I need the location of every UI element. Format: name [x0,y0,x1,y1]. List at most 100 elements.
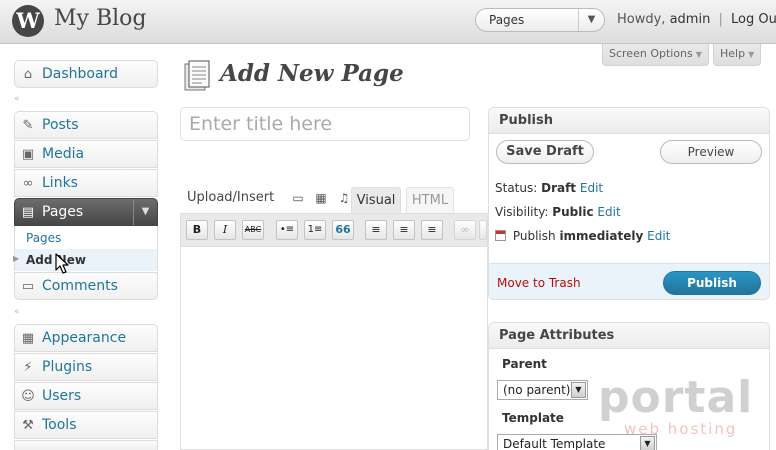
pages-icon: ▤ [21,205,35,220]
pushpin-icon: ✎ [22,118,34,133]
parent-select-value: (no parent) [503,383,571,397]
menu-item-tools[interactable]: ⚒ Tools [14,411,158,439]
logout-link[interactable]: Log Out [731,12,776,27]
media-icon: ▣ [21,147,35,162]
menu-item-users[interactable]: ☺ Users [14,382,158,410]
align-left-button[interactable]: ≡ [365,220,387,240]
status-value: Draft [541,181,577,195]
preview-button[interactable]: Preview [660,140,762,164]
link-icon[interactable]: ∞ [454,220,476,240]
comment-bubble-icon: ▭ [21,279,35,294]
major-publishing-actions: Move to Trash Publish [489,263,769,299]
numbered-list-button[interactable]: 1≡ [304,220,326,240]
menu-item-label: Tools [42,417,77,433]
menu-item-label: Media [42,146,85,162]
help-button[interactable]: Help ▼ [713,44,762,66]
template-label: Template [502,411,564,425]
menu-item-comments[interactable]: ▭ Comments [14,272,158,300]
chevron-down-icon[interactable]: ▼ [578,9,604,31]
users-icon: ☺ [21,389,35,404]
unlink-icon[interactable] [479,220,487,240]
screen-options-button[interactable]: Screen Options ▼ [602,44,709,66]
upload-insert-label: Upload/Insert [187,190,275,205]
add-image-icon[interactable]: ▭ [291,191,305,205]
status-edit-link[interactable]: Edit [580,181,603,195]
blockquote-button[interactable]: 66 [332,220,354,240]
current-arrow-icon: ▶ [13,254,20,263]
post-title-input[interactable] [180,107,470,141]
add-video-icon[interactable]: ▦ [314,191,328,205]
favorite-actions-select[interactable]: Pages ▼ [475,8,605,32]
tools-icon: ⚒ [22,418,34,433]
menu-item-links[interactable]: ∞ Links [14,169,158,197]
post-visibility: Visibility: Public Edit [495,205,621,219]
menu-item-label: Links [42,175,78,191]
publish-time-label: Publish [512,229,556,243]
save-draft-button[interactable]: Save Draft [496,140,594,164]
watermark-main-text: portal [598,372,754,423]
parent-select[interactable]: (no parent) ▼ [497,380,588,400]
wordpress-logo-icon[interactable]: W [12,5,44,37]
align-right-button[interactable]: ≡ [421,220,443,240]
howdy-text: Howdy, [617,12,666,27]
site-title[interactable]: My Blog [54,6,146,31]
menu-item-label: Pages [42,204,84,220]
publish-button[interactable]: Publish [663,271,761,295]
menu-item-plugins[interactable]: ⚡ Plugins [14,353,158,381]
align-center-button[interactable]: ≡ [393,220,415,240]
chevron-down-icon: ▼ [748,50,755,59]
parent-label: Parent [502,357,547,371]
strikethrough-button[interactable]: ABC [242,220,264,240]
tab-visual[interactable]: Visual [351,187,401,213]
bullet-list-button[interactable]: •≡ [276,220,298,240]
menu-item-label: Plugins [42,359,93,375]
move-to-trash-link[interactable]: Move to Trash [497,276,581,290]
calendar-icon [495,230,506,241]
link-icon: ∞ [22,176,34,191]
bold-button[interactable]: B [186,220,208,240]
user-info-separator: | [718,12,723,27]
publish-time-value: immediately [559,229,644,243]
appearance-icon: ▦ [21,331,35,346]
pages-submenu: Pages Add New ▶ [13,226,158,271]
chevron-down-icon: ▼ [695,50,702,59]
menu-item-appearance[interactable]: ▦ Appearance [14,324,158,352]
tab-html[interactable]: HTML [406,187,454,213]
help-label: Help [720,47,746,60]
publish-time-edit-link[interactable]: Edit [647,229,670,243]
favorite-actions-value: Pages [489,13,525,27]
menu-item-label: Posts [42,117,79,133]
chevron-down-icon[interactable]: ▼ [133,199,157,225]
publish-box: Publish Save Draft Preview Status: Draft… [488,107,770,300]
menu-item-media[interactable]: ▣ Media [14,140,158,168]
visibility-label: Visibility: [495,205,549,219]
username-link[interactable]: admin [670,12,711,27]
publish-time: Publish immediately Edit [495,229,670,243]
publish-box-heading[interactable]: Publish [489,108,769,134]
italic-button[interactable]: I [214,220,236,240]
visibility-edit-link[interactable]: Edit [597,205,620,219]
post-status: Status: Draft Edit [495,181,603,195]
submenu-item-pages[interactable]: Pages [26,231,61,245]
page-title: Add New Page [220,60,404,87]
status-label: Status: [495,181,538,195]
portal-watermark-logo: portal web hosting [598,372,752,444]
screen-options-label: Screen Options [609,47,693,60]
visibility-value: Public [552,205,594,219]
page-icon [184,60,210,91]
menu-separator[interactable]: « [14,94,158,104]
admin-header: W My Blog Pages ▼ Howdy, admin | Log Out [0,0,776,44]
menu-item-pages[interactable]: ▤ Pages ▼ [14,198,158,226]
home-icon: ⌂ [23,67,33,82]
submenu-item-add-new[interactable]: Add New [15,249,157,271]
editor-content-area[interactable] [180,247,488,450]
template-select-value: Default Template [503,437,606,450]
page-attributes-heading[interactable]: Page Attributes [489,323,769,349]
menu-separator[interactable]: « [14,307,158,317]
menu-item-posts[interactable]: ✎ Posts [14,111,158,139]
menu-item-settings-partial[interactable] [14,440,158,450]
menu-item-dashboard[interactable]: ⌂ Dashboard [14,60,158,88]
editor-toolbar: B I ABC •≡ 1≡ 66 ≡ ≡ ≡ ∞ [180,213,488,247]
add-audio-icon[interactable]: ♫ [337,191,351,205]
menu-item-label: Dashboard [42,66,118,82]
